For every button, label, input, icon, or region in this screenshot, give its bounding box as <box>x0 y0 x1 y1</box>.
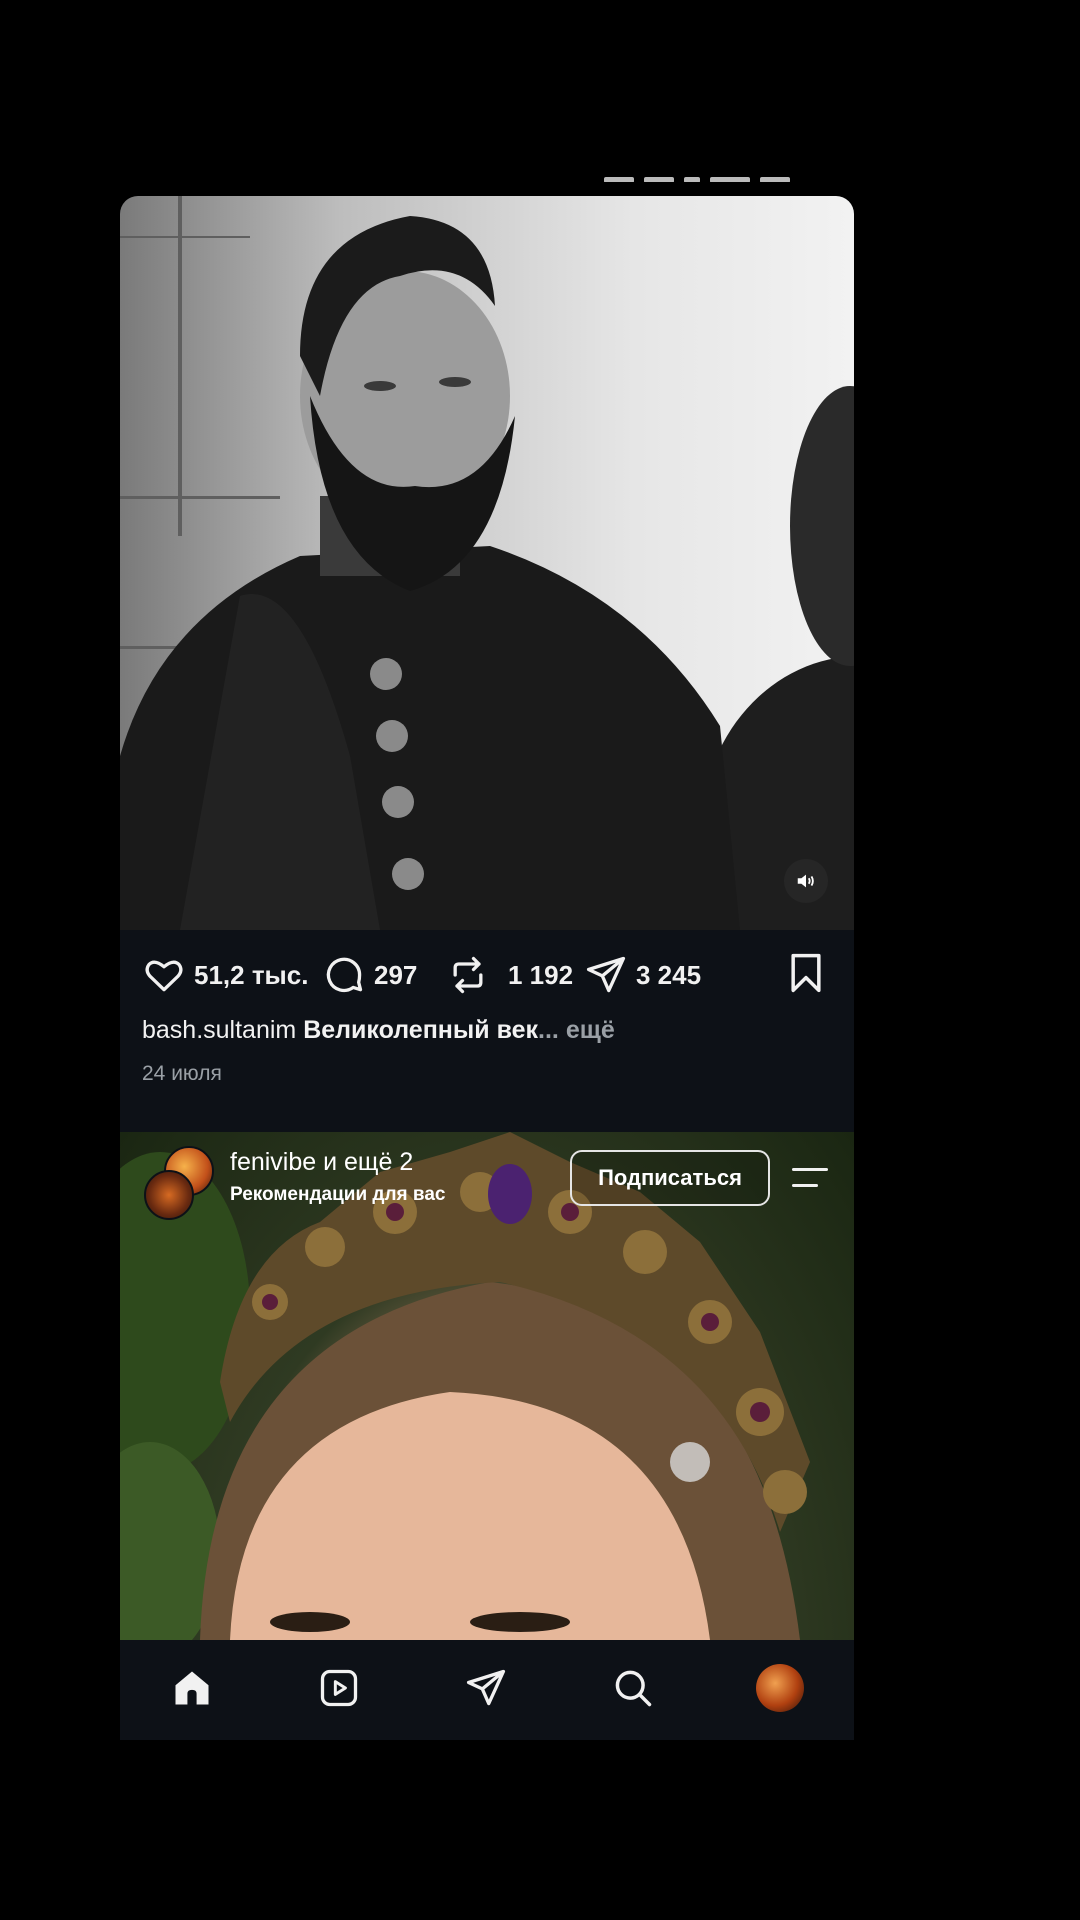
post2-username[interactable]: fenivibe и ещё 2 <box>230 1148 413 1177</box>
post2-subtitle: Рекомендации для вас <box>230 1184 446 1205</box>
bottom-navigation <box>120 1640 854 1740</box>
repost-icon <box>453 956 483 994</box>
nav-reels[interactable] <box>313 1662 365 1714</box>
comment-icon <box>326 957 363 993</box>
save-button[interactable] <box>784 950 828 1001</box>
caption-ellipsis: ... <box>538 1016 559 1044</box>
profile-avatar <box>756 1664 804 1712</box>
nav-direct[interactable] <box>460 1662 512 1714</box>
nav-search[interactable] <box>607 1662 659 1714</box>
video-person <box>120 216 854 930</box>
status-bar <box>120 168 844 182</box>
bookmark-icon <box>791 953 821 993</box>
post2-header: fenivibe и ещё 2 Рекомендации для вас По… <box>120 1132 854 1222</box>
search-icon <box>615 1670 652 1707</box>
heart-icon <box>145 960 183 992</box>
reels-icon <box>320 1669 358 1707</box>
comment-button[interactable]: 297 <box>322 950 417 1000</box>
like-button[interactable]: 51,2 тыс. <box>142 950 308 1000</box>
send-icon <box>586 956 626 993</box>
caption-more-link[interactable]: ещё <box>566 1016 615 1044</box>
status-indicators <box>594 170 824 182</box>
post-video[interactable] <box>120 196 854 930</box>
post-username[interactable]: bash.sultanim <box>142 1016 296 1044</box>
post-action-bar: 51,2 тыс. 297 1 192 3 245 <box>120 930 854 1020</box>
caption-text: Великолепный век <box>303 1016 539 1044</box>
post-caption: bash.sultanim Великолепный век... ещё <box>142 1016 832 1045</box>
share-count: 3 245 <box>636 959 702 990</box>
avatar-stack[interactable] <box>144 1146 214 1220</box>
repost-button[interactable]: 1 192 <box>446 950 573 1000</box>
follow-button[interactable]: Подписаться <box>570 1150 770 1206</box>
home-icon <box>175 1671 209 1705</box>
post-date: 24 июля <box>142 1062 222 1085</box>
avatar <box>144 1170 194 1220</box>
nav-profile[interactable] <box>754 1662 806 1714</box>
nav-home[interactable] <box>166 1662 218 1714</box>
like-count: 51,2 тыс. <box>194 959 309 990</box>
feed-frame: 51,2 тыс. 297 1 192 3 245 bash.sultanim … <box>120 196 854 1740</box>
sound-toggle-button[interactable] <box>784 859 828 903</box>
comment-count: 297 <box>374 959 418 990</box>
repost-count: 1 192 <box>508 959 574 990</box>
more-options-button[interactable] <box>792 1166 830 1195</box>
share-button[interactable]: 3 245 <box>584 950 701 1000</box>
speaker-icon <box>797 874 814 888</box>
direct-icon <box>466 1669 506 1706</box>
menu-icon <box>792 1168 828 1187</box>
